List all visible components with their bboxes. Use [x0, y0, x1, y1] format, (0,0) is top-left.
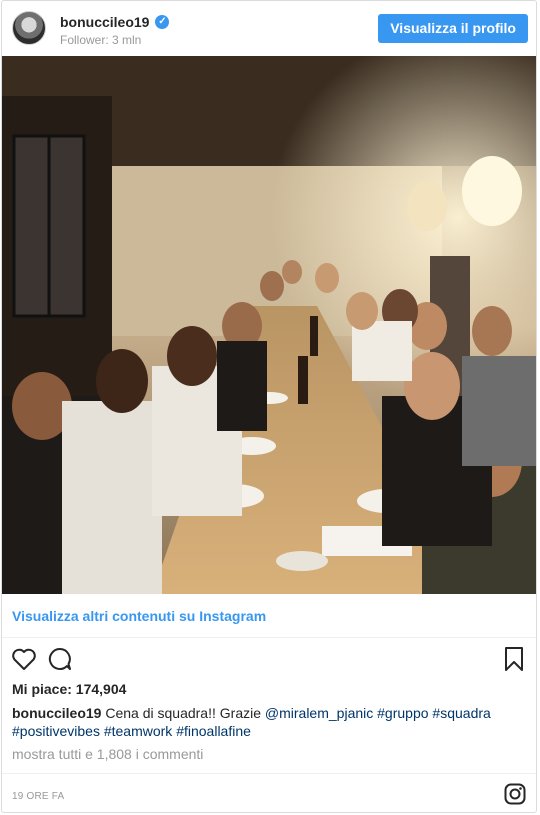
instagram-embed-card: bonucci​leo19 ✓ Follower: 3 mln Visualiz… [1, 0, 537, 813]
view-profile-button[interactable]: Visualizza il profilo [378, 14, 528, 43]
post-footer: 19 ORE FA [2, 773, 536, 812]
bookmark-icon[interactable] [500, 645, 528, 673]
hashtag-gruppo[interactable]: #gruppo [377, 705, 428, 721]
photo-image [2, 56, 536, 594]
username-link[interactable]: bonucci​leo19 [60, 14, 149, 30]
action-bar [2, 645, 536, 675]
caption-username[interactable]: bonucci​leo19 [12, 705, 101, 721]
verified-badge-icon: ✓ [155, 15, 170, 29]
hashtag-finoallafine[interactable]: #finoallafine [176, 723, 251, 739]
view-more-on-instagram[interactable]: Visualizza altri contenuti su Instagram [2, 594, 536, 638]
post-photo[interactable] [2, 56, 536, 594]
instagram-glyph-icon[interactable] [504, 783, 526, 805]
avatar[interactable] [12, 11, 46, 45]
follower-count: Follower: 3 mln [60, 33, 142, 47]
view-all-comments-link[interactable]: mostra tutti e 1,808 i commenti [12, 746, 203, 762]
post-timestamp[interactable]: 19 ORE FA [12, 791, 64, 802]
hashtag-positivevibes[interactable]: #positivevibes [12, 723, 100, 739]
heart-icon[interactable] [10, 645, 38, 673]
post-caption: bonucci​leo19 Cena di squadra!! Grazie @… [12, 704, 522, 740]
hashtag-teamwork[interactable]: #teamwork [104, 723, 172, 739]
hashtag-squadra[interactable]: #squadra [432, 705, 490, 721]
caption-mention[interactable]: @miralem_pjanic [265, 705, 373, 721]
username-row: bonucci​leo19 ✓ [60, 14, 170, 30]
caption-text: Cena di squadra!! Grazie [101, 705, 265, 721]
likes-count[interactable]: Mi piace: 174,904 [12, 681, 126, 697]
comment-icon[interactable] [46, 645, 74, 673]
view-more-link-text[interactable]: Visualizza altri contenuti su Instagram [12, 608, 266, 624]
post-header: bonucci​leo19 ✓ Follower: 3 mln Visualiz… [2, 1, 536, 56]
